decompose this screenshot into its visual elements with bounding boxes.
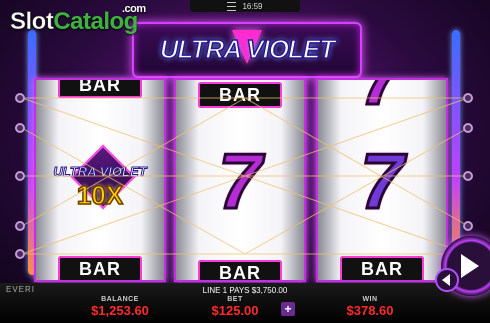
bet-label: BET [227, 296, 243, 303]
balance-label: BALANCE [101, 296, 139, 303]
watermark: SlotCatalog .com [10, 3, 146, 36]
bar-symbol: BAR [58, 80, 142, 98]
wild-symbol: ULTRA VIOLET 10X [52, 144, 148, 216]
win-meter: WIN $378.60 [330, 296, 410, 318]
balance-meter: BALANCE $1,253.60 [80, 296, 160, 318]
bar-symbol: BAR [198, 260, 282, 280]
seven-symbol: 7 [359, 80, 405, 118]
payline-marker [15, 93, 25, 103]
payline-marker [463, 123, 473, 133]
bar-symbol: BAR [198, 82, 282, 108]
reel-1: BAR ULTRA VIOLET 10X BAR [34, 78, 166, 282]
seven-symbol: 7 [359, 137, 405, 225]
balance-value: $1,253.60 [91, 303, 149, 318]
game-stage: 16:59 ULTRA VIOLET BAR ULTRA VIOLET 10X … [0, 0, 490, 323]
game-logo: ULTRA VIOLET [132, 22, 362, 78]
payline-marker [15, 249, 25, 259]
bar-symbol: BAR [340, 256, 424, 280]
payline-marker [463, 93, 473, 103]
menu-icon[interactable] [227, 1, 237, 11]
clock: 16:59 [242, 1, 263, 11]
wild-multiplier: 10X [76, 179, 124, 211]
autoplay-button[interactable] [435, 268, 459, 292]
bet-meter[interactable]: BET $125.00 [200, 296, 270, 318]
bet-value: $125.00 [211, 303, 259, 318]
bet-increase-button[interactable]: + [281, 302, 295, 316]
payline-marker [15, 171, 25, 181]
win-value: $378.60 [346, 303, 394, 318]
play-icon [461, 254, 479, 278]
payline-marker [15, 221, 25, 231]
reel-3: 7 7 BAR [316, 78, 448, 282]
payline-marker [15, 123, 25, 133]
reel-2: BAR 7 BAR [174, 78, 306, 282]
watermark-slot: Slot [10, 8, 54, 36]
payline-marker [463, 171, 473, 181]
watermark-com: .com [122, 3, 146, 15]
logo-text: ULTRA VIOLET [159, 33, 336, 65]
back-arrow-icon [442, 274, 450, 286]
wild-text: ULTRA VIOLET [53, 164, 147, 180]
top-status-bar: 16:59 [190, 0, 300, 12]
line-pays-message: LINE 1 PAYS $3,750.00 [202, 286, 288, 295]
bar-symbol: BAR [58, 256, 142, 280]
seven-symbol: 7 [217, 137, 263, 225]
payline-marker [463, 221, 473, 231]
win-label: WIN [362, 296, 378, 303]
